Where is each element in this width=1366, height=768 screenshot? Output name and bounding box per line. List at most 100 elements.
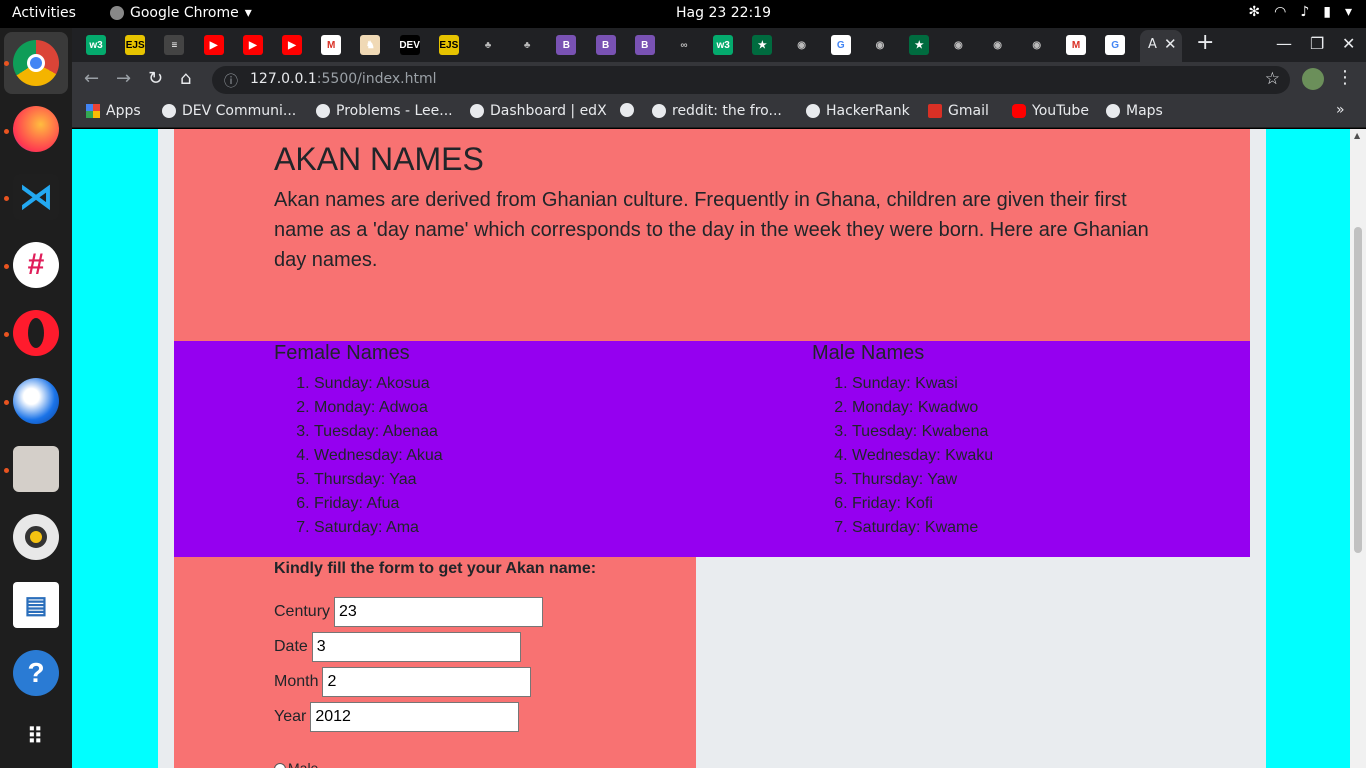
tab-palm[interactable]: ♣ <box>478 35 498 55</box>
globe-icon <box>806 104 820 118</box>
clock[interactable]: Hag 23 22:19 <box>676 5 771 21</box>
male-name-item: Monday: Kwadwo <box>852 396 993 420</box>
globe-icon <box>470 104 484 118</box>
tab-yt[interactable]: ▶ <box>242 35 263 55</box>
bookmark-item[interactable]: Apps <box>86 103 141 119</box>
intro-paragraph: Akan names are derived from Ghanian cult… <box>274 189 1149 271</box>
tab-gh-flag[interactable]: ★ <box>752 35 773 55</box>
firefox-icon[interactable] <box>13 106 59 152</box>
close-tab-icon[interactable]: ✕ <box>1164 35 1177 53</box>
male-names-heading: Male Names <box>812 342 925 364</box>
help-icon[interactable]: ? <box>13 650 59 696</box>
globe-icon <box>1106 104 1120 118</box>
new-tab-button[interactable]: + <box>1196 30 1214 55</box>
battery-icon: ▮ <box>1323 4 1331 20</box>
app-menu[interactable]: Google Chrome ▾ <box>110 5 252 21</box>
date-input[interactable] <box>311 632 521 662</box>
slack-icon[interactable]: # <box>13 242 59 288</box>
tab-cloud[interactable]: ∞ <box>674 35 694 55</box>
bookmark-item[interactable]: Gmail <box>928 103 989 119</box>
tab-M[interactable]: M <box>1066 35 1086 55</box>
bookmark-item[interactable]: YouTube <box>1012 103 1089 119</box>
bookmark-item[interactable]: DEV Communi... <box>162 103 296 119</box>
tab-G[interactable]: G <box>1105 35 1126 55</box>
restore-icon[interactable]: ❐ <box>1310 34 1324 53</box>
bookmark-item[interactable]: Problems - Lee... <box>316 103 453 119</box>
tab-list[interactable]: ≡ <box>164 35 185 55</box>
menu-kebab-icon[interactable]: ⋮ <box>1336 67 1354 88</box>
home-icon[interactable]: ⌂ <box>180 68 191 89</box>
tab-palm[interactable]: ♣ <box>517 35 538 55</box>
close-window-icon[interactable]: ✕ <box>1342 34 1355 53</box>
system-tray[interactable]: ✻ ◠ ♪ ▮ ▾ <box>1248 4 1352 20</box>
date-label: Date <box>274 638 308 655</box>
tab-gh[interactable]: ◉ <box>1026 35 1047 55</box>
bookmark-item[interactable]: HackerRank <box>806 103 910 119</box>
male-name-item: Friday: Kofi <box>852 492 993 516</box>
more-bookmarks-icon[interactable]: » <box>1336 102 1345 118</box>
address-bar[interactable]: ⓘ 127.0.0.1:5500/index.html ☆ <box>212 66 1290 94</box>
chrome-icon[interactable] <box>13 40 59 86</box>
reload-icon[interactable]: ↻ <box>148 68 163 89</box>
tab-EJS[interactable]: EJS <box>125 35 146 55</box>
bookmark-label: Apps <box>106 103 141 119</box>
century-label: Century <box>274 603 331 620</box>
year-input[interactable] <box>310 702 520 732</box>
month-input[interactable] <box>322 667 532 697</box>
tab-gh[interactable]: ◉ <box>791 35 812 55</box>
bookmark-item[interactable]: reddit: the fro... <box>652 103 782 119</box>
male-name-item: Thursday: Yaw <box>852 468 993 492</box>
scroll-up-icon[interactable]: ▲ <box>1354 131 1360 140</box>
bookmark-item[interactable]: Dashboard | edX <box>470 103 607 119</box>
tab-M[interactable]: M <box>321 35 342 55</box>
scrollbar-thumb[interactable] <box>1354 227 1362 553</box>
tab-gh[interactable]: ◉ <box>948 35 969 55</box>
male-name-item: Sunday: Kwasi <box>852 372 993 396</box>
bookmark-star-icon[interactable]: ☆ <box>1265 69 1280 89</box>
female-name-item: Sunday: Akosua <box>314 372 443 396</box>
back-icon[interactable]: ← <box>84 68 99 89</box>
vscode-icon[interactable]: ⋊ <box>13 174 59 220</box>
tab-gh-flag[interactable]: ★ <box>909 35 930 55</box>
thunderbird-icon[interactable] <box>13 378 59 424</box>
writer-icon[interactable]: ▤ <box>13 582 59 628</box>
tab-gh[interactable]: ◉ <box>870 35 890 55</box>
tab-yt[interactable]: ▶ <box>203 35 224 55</box>
tab-w3[interactable]: w3 <box>713 35 734 55</box>
tab-B[interactable]: B <box>595 35 616 55</box>
tab-DEV[interactable]: DEV <box>399 35 420 55</box>
gender-radio[interactable] <box>274 763 286 768</box>
century-input[interactable] <box>334 597 544 627</box>
female-name-item: Thursday: Yaa <box>314 468 443 492</box>
month-label: Month <box>274 673 319 690</box>
active-tab-title: A <box>1148 37 1157 52</box>
tab-B[interactable]: B <box>634 35 655 55</box>
tab-B[interactable]: B <box>556 35 577 55</box>
bookmark-label: Problems - Lee... <box>336 103 453 119</box>
male-name-item: Wednesday: Kwaku <box>852 444 993 468</box>
tab-fox[interactable]: ♞ <box>360 35 381 55</box>
show-apps-icon[interactable]: ⠿ <box>13 714 59 760</box>
rhythmbox-icon[interactable] <box>13 514 59 560</box>
month-row: Month <box>274 667 532 697</box>
bookmark-item[interactable] <box>620 103 634 117</box>
minimize-icon[interactable]: — <box>1276 34 1292 53</box>
files-icon[interactable] <box>13 446 59 492</box>
profile-avatar[interactable] <box>1302 68 1324 90</box>
wifi-icon: ◠ <box>1274 4 1287 20</box>
tab-w3[interactable]: w3 <box>86 35 106 55</box>
forward-icon[interactable]: → <box>116 68 131 89</box>
tab-yt[interactable]: ▶ <box>282 35 302 55</box>
bookmark-item[interactable]: Maps <box>1106 103 1163 119</box>
active-tab[interactable]: A ✕ <box>1140 30 1182 62</box>
tab-EJS[interactable]: EJS <box>438 35 459 55</box>
running-indicator <box>4 196 9 201</box>
opera-icon[interactable] <box>13 310 59 356</box>
globe-icon <box>316 104 330 118</box>
tab-G[interactable]: G <box>830 35 851 55</box>
tab-gh[interactable]: ◉ <box>987 35 1008 55</box>
site-info-icon[interactable]: ⓘ <box>224 71 238 91</box>
page-scrollbar[interactable]: ▲ <box>1350 129 1366 768</box>
gender-radio-label: Male <box>288 760 319 768</box>
activities-button[interactable]: Activities <box>12 5 76 21</box>
